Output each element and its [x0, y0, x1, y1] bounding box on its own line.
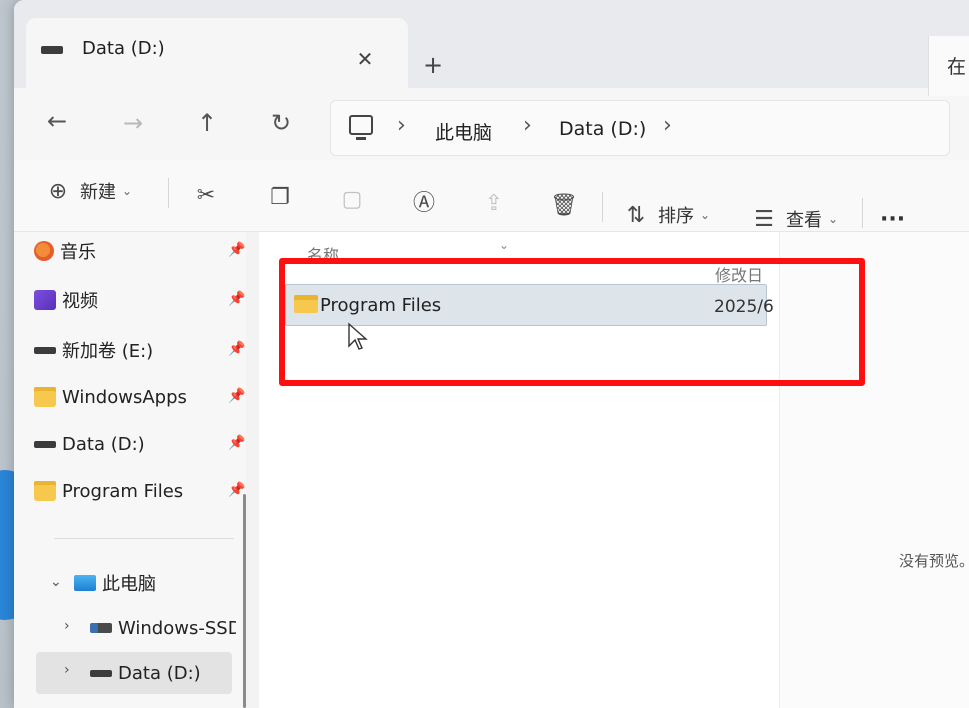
pin-icon: 📌: [228, 341, 246, 357]
new-button[interactable]: ⊕ 新建 ⌄: [44, 174, 132, 208]
this-pc-icon: [74, 575, 96, 591]
chevron-right-icon[interactable]: ›: [663, 113, 672, 138]
chevron-down-icon: ⌄: [700, 208, 711, 222]
trash-icon: 🗑: [550, 192, 578, 218]
search-box[interactable]: 在: [928, 36, 969, 96]
folder-icon: [34, 481, 56, 501]
video-icon: [34, 290, 56, 310]
sidebar-item-label: Data (D:): [118, 662, 201, 684]
sidebar-item-music[interactable]: 音乐 📌: [34, 230, 246, 272]
chevron-down-icon: ⌄: [122, 184, 133, 198]
pin-icon: 📌: [228, 242, 246, 258]
sidebar-item-label: WindowsApps: [62, 386, 187, 408]
sidebar-item-program-files[interactable]: Program Files 📌: [34, 470, 246, 512]
chevron-down-icon: ⌄: [828, 212, 839, 226]
tab-strip: Data (D:) ✕ +: [14, 0, 969, 92]
copy-icon: ❐: [270, 184, 290, 210]
drive-icon: [41, 46, 63, 54]
share-icon: ⇪: [484, 190, 504, 216]
sidebar-item-drive-e[interactable]: 新加卷 (E:) 📌: [34, 329, 246, 371]
no-preview-text: 没有预览。: [899, 552, 969, 570]
chevron-right-icon[interactable]: ›: [64, 618, 70, 634]
sidebar-item-data-d-drive[interactable]: Data (D:): [90, 652, 240, 694]
sidebar-item-label: 新加卷 (E:): [62, 341, 154, 362]
back-button[interactable]: ←: [40, 104, 74, 138]
navigation-bar: ← → ↑ ↻ › 此电脑 › Data (D:) ›: [14, 88, 969, 160]
pin-icon: 📌: [228, 291, 246, 307]
chevron-right-icon[interactable]: ›: [523, 113, 532, 138]
cut-button[interactable]: ✂: [192, 178, 220, 212]
sidebar-item-label: Program Files: [62, 480, 184, 502]
chevron-right-icon[interactable]: ›: [64, 662, 70, 678]
pin-icon: 📌: [228, 435, 246, 451]
pin-icon: 📌: [228, 482, 246, 498]
ssd-icon: [90, 623, 112, 633]
divider: [602, 192, 603, 222]
sidebar-item-windows-ssd[interactable]: Windows-SSD: [90, 607, 240, 649]
view-button[interactable]: ☰ 查看 ⌄: [750, 202, 838, 236]
music-icon: [34, 241, 54, 261]
divider: [168, 178, 169, 208]
chevron-down-icon[interactable]: ⌄: [50, 574, 62, 590]
sidebar-item-this-pc[interactable]: 此电脑: [74, 562, 244, 604]
sort-icon: ⇅: [626, 202, 646, 228]
paste-icon: ▢: [341, 186, 363, 212]
folder-icon: [34, 387, 56, 407]
delete-button[interactable]: 🗑: [550, 188, 578, 222]
file-explorer-window: Data (D:) ✕ + ← → ↑ ↻ › 此电脑 › Data (D:) …: [14, 0, 969, 708]
sort-button[interactable]: ⇅ 排序 ⌄: [622, 198, 710, 232]
paste-button[interactable]: ▢: [338, 182, 366, 216]
sidebar-item-label: 此电脑: [102, 574, 156, 595]
tab-title: Data (D:): [82, 38, 165, 59]
new-label: 新建: [80, 182, 116, 203]
refresh-button[interactable]: ↻: [264, 106, 298, 140]
pin-icon: 📌: [228, 388, 246, 404]
drive-icon: [90, 669, 112, 677]
drive-icon: [34, 440, 56, 448]
up-button[interactable]: ↑: [190, 106, 224, 140]
sidebar-item-label: Windows-SSD: [118, 617, 236, 639]
copy-button[interactable]: ❐: [266, 180, 294, 214]
close-tab-button[interactable]: ✕: [354, 47, 376, 71]
breadcrumb-data-drive[interactable]: Data (D:): [559, 118, 646, 140]
address-bar[interactable]: › 此电脑 › Data (D:) ›: [330, 100, 950, 156]
sidebar-item-videos[interactable]: 视频 📌: [34, 279, 246, 321]
sidebar-item-label: Data (D:): [62, 433, 145, 455]
breadcrumb-this-pc[interactable]: 此电脑: [435, 118, 492, 145]
command-bar: ⊕ 新建 ⌄ ✂ ❐ ▢ Ⓐ ⇪ 🗑 ⇅ 排序 ⌄ ☰ 查看 ⌄ ···: [14, 160, 969, 232]
drive-icon: [34, 346, 56, 354]
scissors-icon: ✂: [196, 182, 216, 208]
view-label: 查看: [786, 210, 822, 231]
view-lines-icon: ☰: [754, 206, 774, 232]
chevron-down-icon: ⌄: [499, 238, 510, 252]
plus-circle-icon: ⊕: [48, 178, 68, 204]
rename-button[interactable]: Ⓐ: [410, 184, 438, 218]
annotation-highlight-box: [279, 258, 865, 386]
sidebar-item-windowsapps[interactable]: WindowsApps 📌: [34, 376, 246, 418]
divider: [862, 198, 863, 228]
sidebar-divider: [54, 538, 234, 539]
sidebar-item-data-d[interactable]: Data (D:) 📌: [34, 423, 246, 465]
more-options-button[interactable]: ···: [880, 202, 905, 236]
forward-button[interactable]: →: [116, 106, 150, 140]
rename-icon: Ⓐ: [412, 191, 435, 216]
share-button[interactable]: ⇪: [480, 186, 508, 220]
sidebar-item-label: 音乐: [60, 242, 96, 263]
new-tab-button[interactable]: +: [420, 51, 446, 79]
this-pc-icon[interactable]: [349, 115, 373, 140]
sidebar-item-label: 视频: [62, 291, 98, 312]
sort-label: 排序: [658, 206, 694, 227]
chevron-right-icon[interactable]: ›: [397, 113, 406, 138]
